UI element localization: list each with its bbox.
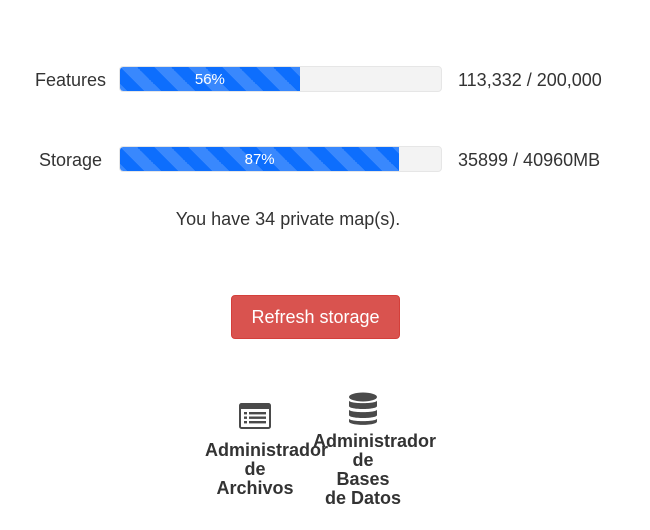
features-progress: 56% [119,66,442,92]
refresh-storage-button[interactable]: Refresh storage [231,295,400,339]
database-administrator-label: Administrador de Bases de Datos [313,431,437,508]
file-administrator-link[interactable]: Administrador de Archivos [205,403,329,498]
storage-quota-page: Features 56% 113,332 / 200,000 Storage 8… [0,0,650,530]
features-label: Features [35,70,107,90]
file-administrator-label: Administrador de Archivos [205,440,329,498]
storage-progress: 87% [119,146,442,172]
storage-usage-value: 35899 / 40960MB [458,150,601,170]
private-maps-note: You have 34 private map(s). [175,209,401,229]
database-icon [349,392,377,425]
storage-quota-row: Storage 87% 35899 / 40960MB [0,146,650,174]
database-administrator-link[interactable]: Administrador de Bases de Datos [313,392,437,508]
features-quota-row: Features 56% 113,332 / 200,000 [0,66,650,94]
storage-label: Storage [39,150,103,170]
storage-progress-bar: 87% [120,147,400,171]
features-usage-value: 113,332 / 200,000 [458,70,602,90]
file-list-icon [239,403,271,429]
features-progress-bar: 56% [120,67,300,91]
